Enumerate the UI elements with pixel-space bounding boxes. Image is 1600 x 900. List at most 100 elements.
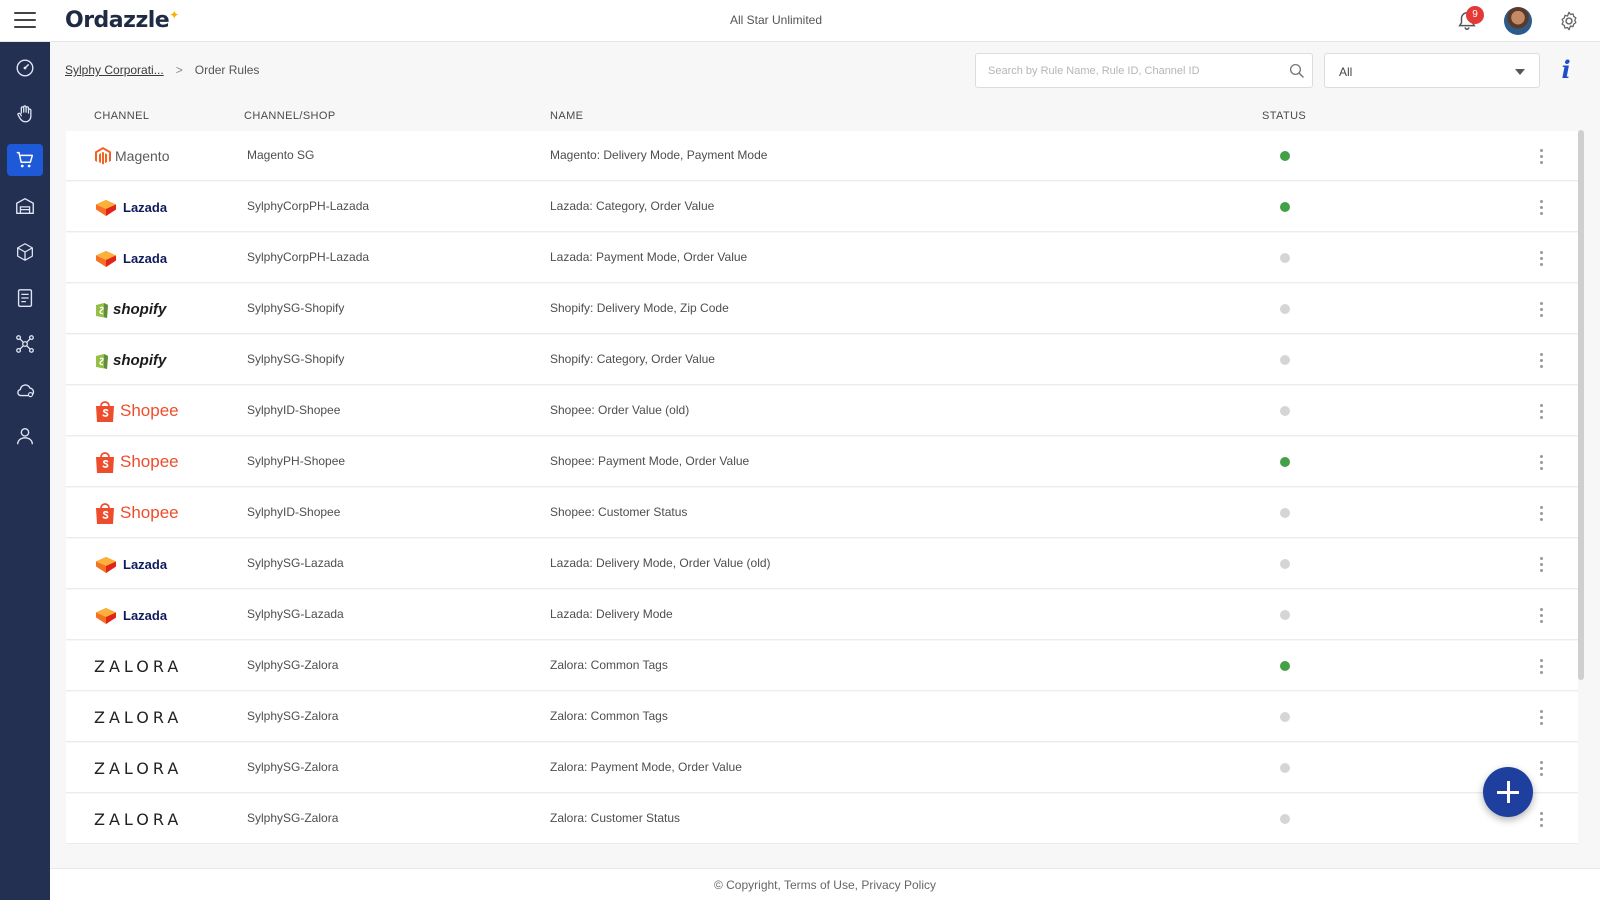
privacy-link[interactable]: Privacy Policy — [861, 878, 936, 892]
dashboard-icon — [16, 59, 34, 77]
rule-name-cell[interactable]: Shopee: Payment Mode, Order Value — [550, 454, 749, 468]
table-row[interactable]: Lazada SylphyCorpPH-Lazada Lazada: Categor… — [66, 182, 1578, 232]
sidebar-item-dashboard[interactable] — [7, 52, 43, 84]
row-actions-kebab-icon[interactable] — [1534, 500, 1548, 526]
sidebar-item-inventory[interactable] — [7, 236, 43, 268]
sidebar-item-warehouse[interactable] — [7, 190, 43, 222]
table-row[interactable]: Lazada SylphySG-Lazada Lazada: Delivery Mo… — [66, 539, 1578, 589]
info-icon[interactable]: i — [1558, 56, 1574, 84]
shop-cell: SylphyCorpPH-Lazada — [247, 250, 370, 264]
status-dot — [1280, 712, 1290, 722]
table-row[interactable]: shopify SylphySG-Shopify Shopify: Delivery… — [66, 284, 1578, 334]
shop-cell: SylphyID-Shopee — [247, 505, 341, 519]
table-scrollbar[interactable] — [1578, 130, 1584, 680]
rule-name-cell[interactable]: Shopee: Order Value (old) — [550, 403, 689, 417]
network-icon — [16, 335, 34, 353]
column-header-shop: CHANNEL/SHOP — [244, 110, 336, 122]
row-actions-kebab-icon[interactable] — [1534, 551, 1548, 577]
sidebar-item-cart[interactable] — [7, 144, 43, 176]
shopee-bag-icon — [96, 503, 114, 524]
sidebar-item-integrations[interactable] — [7, 328, 43, 360]
sidebar-item-ledger[interactable] — [7, 282, 43, 314]
status-dot — [1280, 763, 1290, 773]
row-actions-kebab-icon[interactable] — [1534, 143, 1548, 169]
status-dot — [1280, 508, 1290, 518]
row-actions-kebab-icon[interactable] — [1534, 347, 1548, 373]
cloud-sync-icon — [17, 384, 35, 398]
shopee-bag-icon — [96, 401, 114, 422]
row-actions-kebab-icon[interactable] — [1534, 755, 1548, 781]
table-row[interactable]: Shopee SylphyID-Shopee Shopee: Order Value… — [66, 386, 1578, 436]
order-rules-table: CHANNEL CHANNEL/SHOP NAME STATUS Magento… — [66, 104, 1578, 856]
rule-name-cell[interactable]: Lazada: Category, Order Value — [550, 199, 714, 213]
row-actions-kebab-icon[interactable] — [1534, 449, 1548, 475]
row-actions-kebab-icon[interactable] — [1534, 602, 1548, 628]
sidebar-item-cloud[interactable] — [7, 374, 43, 406]
company-name: All Star Unlimited — [729, 13, 823, 27]
status-dot — [1280, 610, 1290, 620]
table-row[interactable]: Shopee SylphyID-Shopee Shopee: Customer St… — [66, 488, 1578, 538]
table-row[interactable]: Magento Magento SG Magento: Delivery Mode,… — [66, 131, 1578, 181]
channel-label: ZALORA — [94, 707, 183, 727]
table-row[interactable]: Shopee SylphyPH-Shopee Shopee: Payment Mod… — [66, 437, 1578, 487]
row-actions-kebab-icon[interactable] — [1534, 296, 1548, 322]
top-bar: Ordazzle✦ All Star Unlimited 9 — [0, 0, 1600, 42]
add-rule-button[interactable] — [1483, 767, 1533, 817]
rule-name-cell[interactable]: Lazada: Delivery Mode — [550, 607, 673, 621]
shop-cell: SylphySG-Zalora — [247, 760, 339, 774]
channel-label: ZALORA — [94, 758, 183, 778]
rule-name-cell[interactable]: Zalora: Common Tags — [550, 709, 668, 723]
rule-name-cell[interactable]: Shopify: Delivery Mode, Zip Code — [550, 301, 729, 315]
terms-link[interactable]: Terms of Use — [784, 878, 855, 892]
sidebar-item-orders-hand[interactable] — [7, 98, 43, 130]
sidebar — [0, 42, 50, 900]
column-header-name: NAME — [550, 110, 584, 122]
column-header-status: STATUS — [1262, 110, 1307, 122]
channel-label: Lazada — [123, 556, 168, 572]
channel-cell: ZALORA — [94, 794, 182, 844]
lazada-heart-icon — [96, 557, 116, 573]
rule-name-cell[interactable]: Zalora: Payment Mode, Order Value — [550, 760, 742, 774]
table-row[interactable]: ZALORA SylphySG-Zalora Zalora: Payment Mod… — [66, 743, 1578, 793]
lazada-logo: Lazada — [94, 605, 167, 625]
channel-label: Lazada — [123, 607, 168, 623]
sidebar-item-users[interactable] — [7, 420, 43, 452]
shop-cell: SylphySG-Lazada — [247, 556, 344, 570]
rule-name-cell[interactable]: Zalora: Common Tags — [550, 658, 668, 672]
settings-gear-icon[interactable] — [1558, 10, 1580, 32]
row-actions-kebab-icon[interactable] — [1534, 806, 1548, 832]
table-row[interactable]: ZALORA SylphySG-Zalora Zalora: Common Tags — [66, 641, 1578, 691]
search-input[interactable] — [988, 62, 1278, 80]
channel-cell: Shopee — [94, 488, 179, 538]
lazada-heart-icon — [96, 251, 116, 267]
rule-name-cell[interactable]: Lazada: Payment Mode, Order Value — [550, 250, 747, 264]
notification-badge: 9 — [1466, 6, 1484, 24]
row-actions-kebab-icon[interactable] — [1534, 398, 1548, 424]
table-row[interactable]: shopify SylphySG-Shopify Shopify: Category… — [66, 335, 1578, 385]
row-actions-kebab-icon[interactable] — [1534, 245, 1548, 271]
channel-label: shopify — [113, 300, 167, 318]
row-actions-kebab-icon[interactable] — [1534, 653, 1548, 679]
rule-name-cell[interactable]: Magento: Delivery Mode, Payment Mode — [550, 148, 767, 162]
channel-label: Shopee — [120, 452, 179, 471]
table-row[interactable]: Lazada SylphySG-Lazada Lazada: Delivery Mo… — [66, 590, 1578, 640]
rule-name-cell[interactable]: Zalora: Customer Status — [550, 811, 680, 825]
row-actions-kebab-icon[interactable] — [1534, 194, 1548, 220]
table-row[interactable]: ZALORA SylphySG-Zalora Zalora: Customer St… — [66, 794, 1578, 844]
channel-label: Lazada — [123, 199, 168, 215]
shopify-bag-icon — [96, 353, 108, 369]
rule-name-cell[interactable]: Shopify: Category, Order Value — [550, 352, 715, 366]
ledger-icon — [17, 289, 33, 307]
search-icon[interactable] — [1288, 62, 1306, 80]
table-row[interactable]: ZALORA SylphySG-Zalora Zalora: Common Tags — [66, 692, 1578, 742]
breadcrumb-current: Order Rules — [194, 63, 260, 77]
row-actions-kebab-icon[interactable] — [1534, 704, 1548, 730]
status-filter-value: All — [1339, 65, 1353, 79]
table-row[interactable]: Lazada SylphyCorpPH-Lazada Lazada: Payment… — [66, 233, 1578, 283]
rule-name-cell[interactable]: Lazada: Delivery Mode, Order Value (old) — [550, 556, 771, 570]
status-dot — [1280, 559, 1290, 569]
user-avatar[interactable] — [1504, 7, 1532, 35]
breadcrumb-parent-link[interactable]: Sylphy Corporati... — [65, 63, 164, 77]
rule-name-cell[interactable]: Shopee: Customer Status — [550, 505, 687, 519]
status-filter-select[interactable]: All — [1324, 53, 1540, 88]
